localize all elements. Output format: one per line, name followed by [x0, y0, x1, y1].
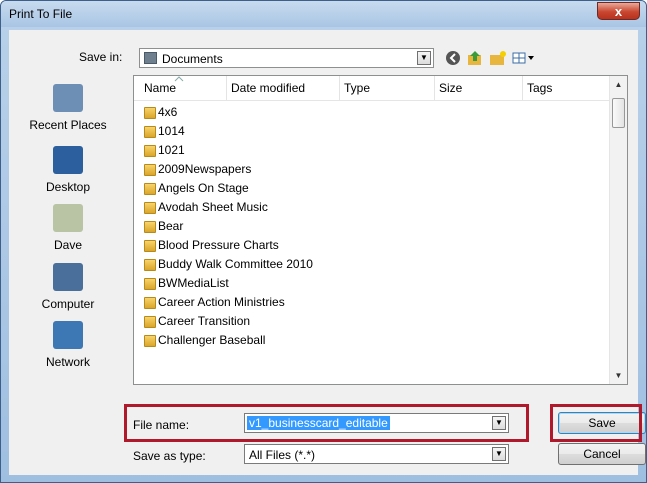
place-dave[interactable]: Dave [11, 204, 125, 252]
column-divider[interactable] [339, 76, 340, 100]
column-date-modified[interactable]: Date modified [231, 81, 305, 95]
list-item[interactable]: Career Action Ministries [144, 293, 285, 312]
chevron-down-icon[interactable]: ▼ [492, 447, 506, 461]
folder-icon [144, 258, 156, 271]
column-name[interactable]: Name [144, 81, 176, 95]
folder-icon [144, 296, 156, 309]
documents-folder-icon [144, 52, 157, 64]
cancel-button[interactable]: Cancel [558, 443, 646, 465]
folder-icon [144, 144, 156, 157]
column-header: Name Date modified Type Size Tags [134, 76, 612, 101]
column-divider[interactable] [522, 76, 523, 100]
back-icon[interactable] [444, 50, 462, 66]
column-divider[interactable] [226, 76, 227, 100]
dialog-title: Print To File [9, 7, 73, 21]
scroll-down-icon[interactable]: ▼ [610, 367, 627, 384]
list-item[interactable]: 2009Newspapers [144, 160, 251, 179]
list-item[interactable]: BWMediaList [144, 274, 229, 293]
list-item[interactable]: Avodah Sheet Music [144, 198, 268, 217]
folder-icon [144, 125, 156, 138]
highlight-box-save [550, 404, 642, 442]
save-in-dropdown[interactable]: Documents ▼ [139, 48, 434, 68]
place-computer[interactable]: Computer [11, 263, 125, 311]
scroll-thumb[interactable] [612, 98, 625, 128]
list-item[interactable]: Bear [144, 217, 183, 236]
up-folder-icon[interactable] [466, 50, 484, 66]
recent-places-icon [53, 84, 83, 112]
save-in-label: Save in: [79, 50, 123, 64]
vertical-scrollbar[interactable]: ▲ ▼ [609, 76, 627, 384]
list-item[interactable]: 1014 [144, 122, 185, 141]
list-item[interactable]: Blood Pressure Charts [144, 236, 279, 255]
views-menu-icon[interactable] [512, 50, 536, 66]
folder-icon [144, 277, 156, 290]
column-type[interactable]: Type [344, 81, 370, 95]
save-as-type-value: All Files (*.*) [249, 448, 316, 462]
folder-icon [144, 334, 156, 347]
column-divider[interactable] [434, 76, 435, 100]
place-network[interactable]: Network [11, 321, 125, 369]
folder-icon [144, 163, 156, 176]
network-icon [53, 321, 83, 349]
new-folder-icon[interactable] [489, 50, 507, 66]
place-label: Network [45, 355, 90, 369]
folder-icon [144, 239, 156, 252]
save-in-value: Documents [162, 52, 223, 66]
list-item[interactable]: Challenger Baseball [144, 331, 265, 350]
chevron-down-icon[interactable]: ▼ [417, 51, 431, 65]
folder-icon [144, 201, 156, 214]
list-item[interactable]: 4x6 [144, 103, 177, 122]
sort-arrow-icon [174, 76, 184, 82]
save-as-type-dropdown[interactable]: All Files (*.*) ▼ [244, 444, 509, 464]
title-bar[interactable]: Print To File x [1, 1, 646, 27]
highlight-box-file-name [124, 404, 529, 442]
places-bar: Recent Places Desktop Dave Computer Netw… [11, 76, 125, 380]
place-desktop[interactable]: Desktop [11, 146, 125, 194]
folder-icon [144, 315, 156, 328]
place-label: Dave [53, 238, 82, 252]
file-list[interactable]: Name Date modified Type Size Tags 4x6 10… [133, 75, 628, 385]
column-tags[interactable]: Tags [527, 81, 552, 95]
print-to-file-dialog: Print To File x Save in: Documents ▼ Rec… [0, 0, 647, 483]
user-folder-icon [53, 204, 83, 232]
list-item[interactable]: Career Transition [144, 312, 250, 331]
place-label: Computer [41, 297, 95, 311]
save-as-type-label: Save as type: [133, 449, 206, 463]
folder-icon [144, 182, 156, 195]
dialog-body: Save in: Documents ▼ Recent Places Deskt… [9, 30, 646, 475]
folder-icon [144, 106, 156, 119]
place-label: Desktop [45, 180, 91, 194]
scroll-up-icon[interactable]: ▲ [610, 76, 627, 93]
place-recent-places[interactable]: Recent Places [11, 84, 125, 132]
computer-icon [53, 263, 83, 291]
list-item[interactable]: 1021 [144, 141, 185, 160]
list-item[interactable]: Angels On Stage [144, 179, 249, 198]
folder-icon [144, 220, 156, 233]
list-item[interactable]: Buddy Walk Committee 2010 [144, 255, 313, 274]
desktop-icon [53, 146, 83, 174]
place-label: Recent Places [29, 118, 107, 132]
close-button[interactable]: x [597, 2, 640, 20]
column-size[interactable]: Size [439, 81, 462, 95]
